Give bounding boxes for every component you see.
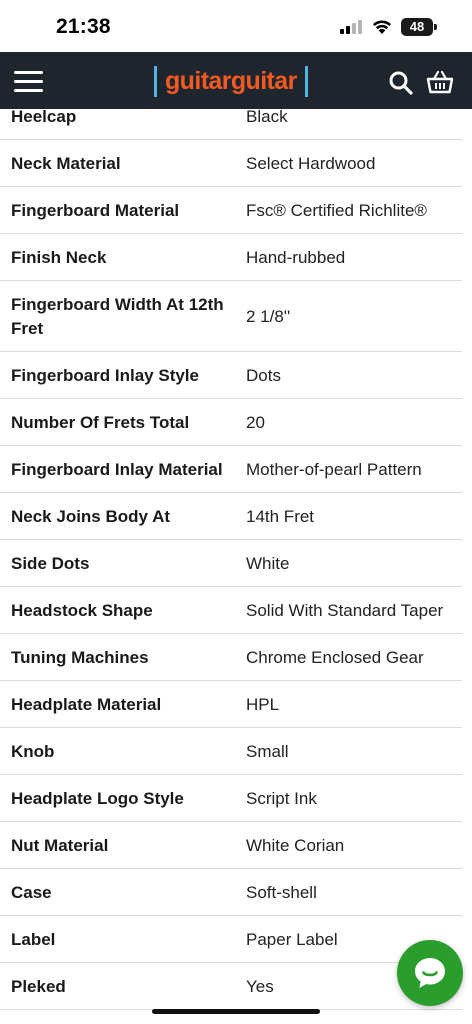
spec-row: Fingerboard Inlay Style Dots	[0, 352, 472, 399]
logo-text: guitarguitar	[165, 66, 297, 95]
spec-row: Knob Small	[0, 728, 472, 775]
spec-value: 2 1/8''	[246, 306, 291, 326]
spec-row: Headplate Logo Style Script Ink	[0, 775, 472, 822]
spec-row: Headplate Material HPL	[0, 681, 472, 728]
spec-value: White Corian	[246, 835, 345, 855]
spec-row: Fingerboard Material Fsc® Certified Richl…	[0, 187, 472, 234]
spec-label: Nut Material	[11, 835, 109, 855]
spec-value: White	[246, 553, 290, 573]
home-indicator	[152, 1009, 320, 1014]
spec-row: Side Dots White	[0, 540, 472, 587]
spec-row: Heelcap Black	[0, 93, 472, 140]
spec-value: Soft-shell	[246, 882, 317, 902]
spec-value: Small	[246, 741, 289, 761]
spec-label: Tuning Machines	[11, 647, 149, 667]
wifi-icon	[373, 20, 391, 34]
battery-indicator: 48	[401, 18, 437, 36]
spec-row: Neck Joins Body At 14th Fret	[0, 493, 472, 540]
battery-level: 48	[409, 19, 425, 34]
spec-value: Chrome Enclosed Gear	[246, 647, 424, 667]
spec-value: 20	[246, 412, 265, 432]
status-time: 21:38	[56, 15, 111, 38]
spec-value: Fsc® Certified Richlite®	[246, 200, 427, 220]
spec-label: Side Dots	[11, 553, 90, 573]
spec-row: Number Of Frets Total 20	[0, 399, 472, 446]
spec-label: Headstock Shape	[11, 600, 153, 620]
spec-row: Tuning Machines Chrome Enclosed Gear	[0, 634, 472, 681]
spec-value: Black	[246, 106, 288, 126]
spec-row: Finish Neck Hand-rubbed	[0, 234, 472, 281]
spec-row: Case Soft-shell	[0, 869, 472, 916]
spec-label: Finish Neck	[11, 247, 107, 267]
spec-row: Headstock Shape Solid With Standard Taper	[0, 587, 472, 634]
spec-label: Neck Joins Body At	[11, 506, 171, 526]
spec-value: Dots	[246, 365, 281, 385]
spec-label: Heelcap	[11, 106, 77, 126]
spec-label: Knob	[11, 741, 55, 761]
spec-label: Fingerboard Inlay Style	[11, 365, 199, 385]
spec-label: Fingerboard Inlay Material	[11, 459, 223, 479]
hamburger-icon[interactable]	[14, 71, 43, 93]
spec-label: Pleked	[11, 976, 66, 996]
logo-right-bar	[304, 65, 308, 97]
spec-label: Neck Material	[11, 153, 121, 173]
spec-row: Neck Material Select Hardwood	[0, 140, 472, 187]
spec-value: Solid With Standard Taper	[246, 600, 444, 620]
chat-button[interactable]	[397, 940, 463, 1006]
spec-label: Fingerboard Material	[11, 200, 180, 220]
basket-icon[interactable]	[426, 69, 454, 95]
spec-value: Mother-of-pearl Pattern	[246, 459, 422, 479]
spec-value: Select Hardwood	[246, 153, 376, 173]
spec-value: HPL	[246, 694, 280, 714]
spec-label: Number Of Frets Total	[11, 412, 190, 432]
spec-row: Fingerboard Inlay Material Mother-of-pear…	[0, 446, 472, 493]
spec-row: Fingerboard Width At 12th Fret 2 1/8''	[0, 281, 472, 352]
chat-icon	[415, 958, 445, 988]
spec-label: Fingerboard Width At 12th Fret	[11, 294, 224, 338]
spec-row: Nut Material White Corian	[0, 822, 472, 869]
spec-value: Hand-rubbed	[246, 247, 346, 267]
cellular-signal-icon	[340, 20, 366, 34]
spec-label: Headplate Material	[11, 694, 162, 714]
status-bar: 21:38 48	[0, 0, 472, 52]
spec-value: Script Ink	[246, 788, 317, 808]
spec-label: Headplate Logo Style	[11, 788, 184, 808]
spec-label: Label	[11, 929, 56, 949]
spec-label: Case	[11, 882, 52, 902]
spec-value: 14th Fret	[246, 506, 315, 526]
